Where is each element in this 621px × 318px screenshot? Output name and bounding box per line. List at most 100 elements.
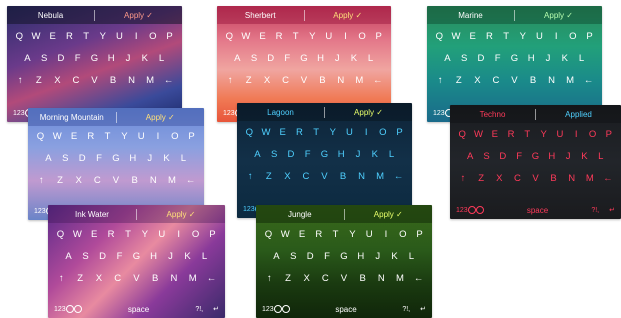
key[interactable]: C (299, 171, 312, 182)
key[interactable]: L (177, 153, 190, 164)
key[interactable]: L (575, 53, 588, 64)
key[interactable]: ↑ (457, 173, 470, 184)
key[interactable]: H (354, 251, 367, 262)
key[interactable]: P (413, 229, 426, 240)
key[interactable]: R (63, 31, 76, 42)
key[interactable]: ← (371, 75, 384, 86)
key[interactable]: Z (242, 75, 255, 86)
keyboard-theme-jungle[interactable]: Jungle Apply ✓ Q W E R T Y U I O P A S D F G H J K L ↑ Z X C V B… (256, 205, 432, 318)
key[interactable]: K (160, 153, 173, 164)
key[interactable]: J (121, 53, 134, 64)
key[interactable]: W (51, 131, 64, 142)
key[interactable]: Q (262, 229, 275, 240)
key[interactable]: M (144, 75, 157, 86)
key[interactable]: O (168, 131, 181, 142)
apply-button[interactable]: Apply ✓ (95, 11, 182, 20)
keyboard-theme-morning-mountain[interactable]: Morning Mountain Apply ✓ QWERTYUIOP ASDFG… (28, 108, 204, 220)
numbers-key[interactable]: 123 (223, 110, 235, 117)
key[interactable]: Z (262, 171, 275, 182)
key[interactable]: ← (184, 175, 197, 186)
key[interactable]: K (368, 149, 381, 160)
key[interactable]: I (550, 31, 563, 42)
key[interactable]: G (508, 53, 521, 64)
key[interactable]: X (72, 175, 85, 186)
key[interactable]: O (189, 229, 202, 240)
key[interactable]: V (529, 173, 542, 184)
key[interactable]: U (322, 31, 335, 42)
key[interactable]: K (558, 53, 571, 64)
key[interactable]: W (71, 229, 84, 240)
key[interactable]: ↑ (263, 273, 276, 284)
apply-button[interactable]: Apply ✓ (345, 210, 433, 219)
key[interactable]: W (279, 229, 292, 240)
numbers-key[interactable]: 123 (13, 110, 25, 117)
key[interactable]: G (529, 151, 542, 162)
key[interactable]: O (396, 229, 409, 240)
key[interactable]: F (93, 153, 106, 164)
key[interactable]: M (583, 173, 596, 184)
key[interactable]: S (480, 151, 493, 162)
key[interactable]: T (289, 31, 302, 42)
key[interactable]: W (260, 127, 273, 138)
key[interactable]: D (96, 251, 109, 262)
key[interactable]: Q (13, 31, 26, 42)
emoji-icon[interactable] (65, 305, 74, 313)
key[interactable]: C (489, 75, 502, 86)
space-key[interactable]: space (484, 206, 592, 215)
key[interactable]: S (458, 53, 471, 64)
space-key[interactable]: space (82, 305, 196, 314)
key[interactable]: O (376, 127, 389, 138)
key[interactable]: N (355, 171, 368, 182)
key[interactable]: M (393, 273, 406, 284)
globe-icon[interactable] (73, 305, 82, 313)
apply-button[interactable]: Apply ✓ (305, 11, 392, 20)
key[interactable]: J (562, 151, 575, 162)
key[interactable]: S (79, 251, 92, 262)
key[interactable]: E (488, 129, 501, 140)
key[interactable]: N (375, 273, 388, 284)
apply-button[interactable]: Apply ✓ (137, 210, 225, 219)
key[interactable]: ↑ (14, 75, 27, 86)
key[interactable]: L (198, 251, 211, 262)
key[interactable]: W (239, 31, 252, 42)
key[interactable]: A (464, 151, 477, 162)
key[interactable]: R (293, 127, 306, 138)
key[interactable]: V (318, 171, 331, 182)
key[interactable]: ← (582, 75, 595, 86)
key[interactable]: M (165, 175, 178, 186)
key[interactable]: V (109, 175, 122, 186)
key[interactable]: W (30, 31, 43, 42)
key[interactable]: U (113, 31, 126, 42)
key[interactable]: A (42, 153, 55, 164)
key[interactable]: ← (412, 273, 425, 284)
key[interactable]: L (594, 151, 607, 162)
key[interactable]: F (491, 53, 504, 64)
key[interactable]: O (586, 129, 599, 140)
key[interactable]: T (329, 229, 342, 240)
key[interactable]: X (300, 273, 313, 284)
globe-icon[interactable] (475, 206, 484, 214)
emoji-icon[interactable] (467, 206, 476, 214)
key[interactable]: C (111, 273, 124, 284)
key[interactable]: R (105, 229, 118, 240)
key[interactable]: J (351, 149, 364, 160)
key[interactable]: D (54, 53, 67, 64)
key[interactable]: X (92, 273, 105, 284)
numbers-key[interactable]: 123 (243, 206, 255, 213)
key[interactable]: E (88, 229, 101, 240)
key[interactable]: H (314, 53, 327, 64)
key[interactable]: Z (452, 75, 465, 86)
key[interactable]: H (147, 251, 160, 262)
key[interactable]: K (388, 251, 401, 262)
key[interactable]: Q (456, 129, 469, 140)
key[interactable]: B (128, 175, 141, 186)
key[interactable]: X (51, 75, 64, 86)
key[interactable]: P (372, 31, 385, 42)
key[interactable]: ← (601, 173, 614, 184)
key[interactable]: P (206, 229, 219, 240)
key[interactable]: I (360, 127, 373, 138)
key[interactable]: T (101, 131, 114, 142)
key[interactable]: X (281, 171, 294, 182)
key[interactable]: O (566, 31, 579, 42)
numbers-key[interactable]: 123 (34, 208, 46, 215)
